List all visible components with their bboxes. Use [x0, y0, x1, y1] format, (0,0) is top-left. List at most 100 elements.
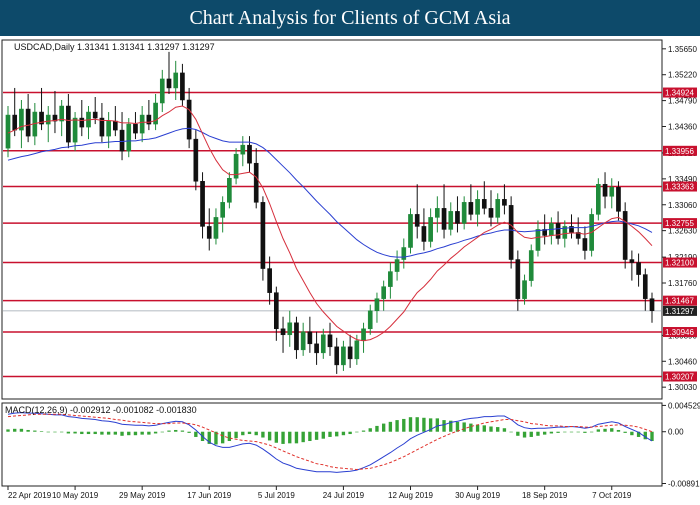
macd-histogram-bar — [106, 431, 111, 435]
candle-body — [72, 117, 78, 143]
candle-body — [455, 211, 460, 224]
macd-histogram-bar — [542, 431, 547, 435]
macd-histogram-bar — [328, 431, 332, 437]
candle-body — [435, 208, 440, 218]
macd-histogram-bar — [127, 431, 131, 436]
candle-body — [468, 202, 474, 215]
candle-body — [388, 271, 393, 287]
candle-body — [287, 322, 293, 336]
candle-body — [327, 334, 333, 348]
macd-histogram-bar — [254, 431, 258, 436]
y-tick-label: 1.31760 — [668, 279, 697, 288]
candle-body — [113, 120, 118, 131]
macd-histogram-bar — [93, 431, 97, 435]
candle-body — [421, 226, 427, 242]
macd-histogram-bar — [120, 431, 124, 436]
macd-histogram-bar — [133, 431, 138, 436]
macd-histogram-bar — [623, 431, 627, 433]
candle-body — [133, 123, 138, 134]
x-tick-label: 17 Jun 2019 — [187, 491, 232, 500]
candle-body — [139, 114, 145, 134]
candle-body — [408, 214, 413, 248]
macd-histogram-bar — [86, 431, 91, 435]
y-tick-label: 1.33060 — [668, 201, 697, 210]
candle-body — [649, 298, 655, 311]
macd-histogram-bar — [6, 429, 10, 432]
macd-histogram-bar — [19, 428, 24, 432]
macd-histogram-bar — [509, 431, 513, 433]
macd-histogram-bar — [53, 431, 57, 433]
macd-histogram-bar — [73, 431, 77, 434]
x-tick-label: 5 Jul 2019 — [258, 491, 295, 500]
macd-histogram-bar — [563, 431, 567, 433]
candle-body — [206, 226, 212, 239]
macd-histogram-bar — [415, 417, 419, 432]
level-tag-label: 1.33956 — [665, 147, 694, 156]
macd-histogram-bar — [583, 431, 587, 433]
level-tag-label: 1.31467 — [665, 297, 694, 306]
banner-title: Chart Analysis for Clients of GCM Asia — [189, 6, 511, 29]
macd-histogram-bar — [482, 425, 486, 432]
candle-body — [374, 298, 380, 311]
candle-body — [347, 346, 353, 360]
candle-body — [414, 214, 420, 227]
macd-histogram-bar — [247, 431, 252, 435]
macd-histogram-bar — [308, 431, 312, 442]
macd-histogram-bar — [153, 431, 158, 434]
macd-histogram-bar — [361, 430, 366, 432]
macd-histogram-bar — [33, 430, 37, 432]
macd-histogram-bar — [348, 431, 352, 435]
candle-body — [448, 211, 454, 230]
candle-body — [461, 202, 467, 224]
x-tick-label: 22 Apr 2019 — [8, 491, 52, 500]
macd-histogram-bar — [388, 421, 393, 432]
macd-histogram-bar — [576, 431, 580, 433]
macd-histogram-bar — [536, 431, 540, 436]
x-tick-label: 29 May 2019 — [119, 491, 166, 500]
macd-histogram-bar — [147, 431, 151, 435]
x-tick-label: 30 Aug 2019 — [455, 491, 500, 500]
candle-body — [294, 322, 299, 351]
macd-histogram-bar — [314, 431, 319, 440]
candle-body — [227, 178, 232, 203]
candle-body — [45, 114, 51, 125]
macd-histogram-bar — [402, 418, 406, 432]
macd-histogram-bar — [496, 427, 500, 432]
candle-body — [274, 292, 279, 330]
candle-body — [602, 184, 608, 197]
macd-histogram-bar — [227, 431, 232, 442]
macd-histogram-bar — [489, 426, 493, 432]
candle-body — [173, 72, 179, 89]
macd-histogram-bar — [375, 425, 379, 432]
macd-histogram-bar — [167, 430, 171, 432]
current-price-label: 1.31297 — [665, 307, 694, 316]
candle-body — [475, 199, 480, 215]
candle-body — [495, 199, 501, 218]
macd-histogram-bar — [603, 428, 607, 432]
candle-body — [488, 208, 494, 218]
candle-body — [213, 217, 219, 239]
macd-histogram-bar — [442, 420, 446, 432]
candle-body — [354, 340, 360, 360]
candle-body — [609, 187, 615, 197]
macd-histogram-bar — [26, 429, 30, 432]
candle-body — [428, 217, 433, 242]
macd-histogram-bar — [180, 430, 185, 432]
macd-histogram-bar — [39, 431, 44, 432]
candle-body — [334, 346, 340, 366]
candle-body — [240, 144, 246, 155]
macd-histogram-bar — [616, 429, 621, 432]
candle-body — [180, 72, 185, 101]
candle-body — [200, 181, 205, 227]
candle-body — [186, 99, 192, 140]
candle-body — [79, 117, 85, 128]
macd-histogram-bar — [556, 431, 560, 433]
macd-histogram-bar — [516, 431, 520, 436]
candle-body — [320, 334, 326, 354]
candle-body — [555, 223, 561, 239]
x-tick-label: 18 Sep 2019 — [522, 491, 568, 500]
macd-histogram-bar — [650, 431, 654, 442]
macd-histogram-bar — [66, 431, 71, 434]
candle-body — [5, 114, 11, 149]
macd-pane-frame — [1, 402, 663, 487]
